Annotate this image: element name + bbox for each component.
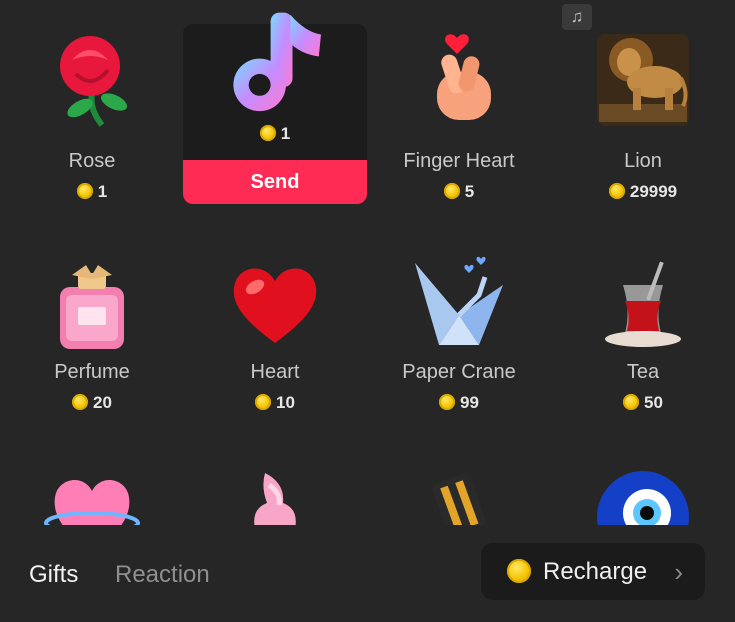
gift-price: 1 [0, 182, 184, 202]
ice-cream-icon [254, 473, 296, 525]
music-note-icon[interactable]: ♫ [562, 4, 592, 30]
coin-icon [443, 183, 460, 199]
gift-heart-hug[interactable] [0, 455, 184, 525]
coin-icon [608, 183, 625, 199]
dumbbell-icon [432, 473, 486, 525]
recharge-button[interactable]: Recharge › [481, 543, 705, 600]
tea-icon [605, 261, 681, 347]
tab-reaction[interactable]: Reaction [115, 561, 210, 589]
gift-rose[interactable]: Rose 1 [0, 22, 184, 212]
gift-price: 10 [183, 393, 367, 413]
rose-icon [60, 36, 128, 127]
chevron-right-icon: › [674, 557, 683, 587]
gift-lion[interactable]: Lion 29999 [551, 22, 735, 212]
gift-name: Heart [250, 361, 300, 383]
gift-finger-heart[interactable]: Finger Heart 5 [367, 22, 551, 212]
gift-name: Rose [68, 150, 116, 172]
send-button[interactable]: Send [183, 160, 367, 204]
coin-icon [255, 394, 272, 410]
recharge-label: Recharge [543, 558, 648, 585]
gift-name: Perfume [54, 361, 130, 383]
gift-price: 20 [0, 393, 184, 413]
lion-icon [597, 34, 689, 126]
gift-price: 1 [183, 124, 367, 144]
gift-heart[interactable]: Heart 10 [183, 233, 367, 423]
coin-icon [439, 394, 456, 410]
gift-dumbbell[interactable] [367, 455, 551, 525]
gift-price: 29999 [551, 182, 735, 202]
paper-crane-icon [415, 256, 503, 345]
perfume-icon [60, 265, 124, 349]
gift-name: Paper Crane [402, 361, 516, 383]
gift-evil-eye[interactable] [551, 455, 735, 525]
tiktok-note-icon [233, 12, 321, 112]
gift-tea[interactable]: Tea 50 [551, 233, 735, 423]
tab-gifts[interactable]: Gifts [29, 561, 78, 589]
gift-selected-card[interactable]: 1 Send [183, 12, 367, 204]
gift-grid: Rose 1 1 Send Finger Heart 5 Lion 29999 … [0, 0, 735, 525]
gift-name: Finger Heart [403, 150, 515, 172]
coin-icon [76, 183, 93, 199]
gift-price: 5 [367, 182, 551, 202]
coin-icon [623, 394, 640, 410]
coin-icon [72, 394, 89, 410]
gift-name: Tea [626, 361, 660, 383]
pink-heart-icon [44, 480, 140, 525]
coin-icon [507, 559, 531, 583]
gift-name: Lion [624, 150, 662, 172]
gift-paper-crane[interactable]: Paper Crane 99 [367, 233, 551, 423]
heart-icon [233, 268, 317, 343]
coin-icon [259, 125, 276, 141]
gift-perfume[interactable]: Perfume 20 [0, 233, 184, 423]
finger-heart-icon [437, 34, 491, 120]
gift-price: 99 [367, 393, 551, 413]
evil-eye-icon [597, 471, 689, 525]
gift-ice-cream[interactable] [183, 455, 367, 525]
gift-price: 50 [551, 393, 735, 413]
